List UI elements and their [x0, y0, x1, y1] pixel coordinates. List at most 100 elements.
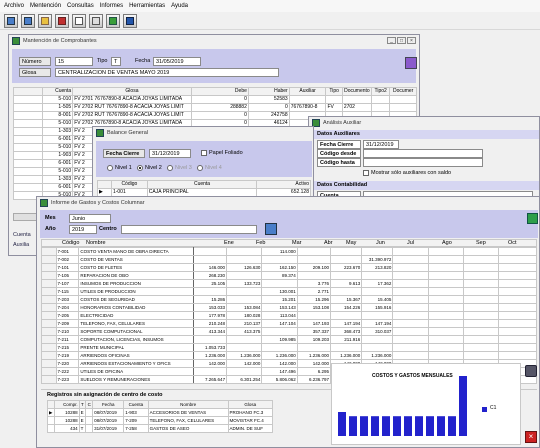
table-row[interactable]: 7-211 COMPUTACION, LICENCIAS, INSUMOS 109.… [41, 335, 537, 344]
cell-month-value: 162.150 [261, 263, 298, 272]
codigo-desde-field[interactable] [363, 149, 483, 158]
cell-month-value [192, 335, 228, 344]
centro-select[interactable] [121, 225, 257, 234]
tipo-label: Tipo [97, 58, 108, 64]
table-row[interactable]: 7-105 REPARACION DE OBO 268.230 89.374 [41, 271, 537, 280]
cell-month-value: 210.248 [192, 319, 228, 328]
menu-archivo[interactable]: Archivo [4, 3, 24, 9]
close-button[interactable]: × [407, 37, 416, 44]
toolbar-button-form[interactable] [4, 13, 18, 28]
table-row[interactable]: 7-001 COSTO VENTA MANO DE OBRA DIRECTA 114… [41, 247, 537, 256]
table-row[interactable]: 1-505 FV 2702 RUT 76767890-8 ACACIA JOYAS… [13, 103, 417, 112]
col-glosa[interactable]: Glosa [227, 400, 274, 409]
cell-month-value [498, 311, 537, 320]
cell-codigo: 7-209 [55, 319, 80, 328]
cell-codigo: 7-219 [55, 351, 80, 360]
col-tipo2[interactable]: Tipo2 [370, 87, 391, 96]
glosa-field[interactable]: CENTRALIZACION DE VENTAS MAYO 2019 [55, 68, 279, 77]
nivel-1-radio[interactable]: Nivel 1 [107, 164, 132, 173]
tipo-field[interactable]: T [111, 57, 121, 66]
options-button[interactable] [405, 57, 417, 69]
cell-month-value [392, 295, 429, 304]
cell-month-value [498, 327, 537, 336]
col-documento[interactable]: Documento [341, 87, 373, 96]
table-row[interactable]: 7-205 ELECTRICIDAD 177.978 180.028 113.044 [41, 311, 537, 320]
close-report-button[interactable]: × [525, 431, 537, 443]
window-icon [40, 199, 48, 207]
maximize-button[interactable]: □ [397, 37, 406, 44]
cell-month-value [427, 311, 465, 320]
col-tipo[interactable]: Tipo [325, 87, 343, 96]
col-fecha[interactable]: Fecha [92, 400, 125, 409]
minimize-button[interactable]: _ [387, 37, 396, 44]
menu-consultas[interactable]: Consultas [67, 3, 94, 9]
papel-foliado-checkbox[interactable]: Papel Foliado [201, 149, 243, 158]
col-c[interactable]: C [85, 400, 94, 409]
table-row[interactable]: 7-215 PRENTE MUNICIPAL 1.053.733 [41, 343, 537, 352]
table-row[interactable]: 7-203 COSTOS DE SEGURIDAD 15.286 15.201 15.2… [41, 295, 537, 304]
cell-month-value [463, 271, 500, 280]
toolbar-button-folder[interactable] [38, 13, 52, 28]
chart-toggle-button[interactable] [525, 365, 537, 377]
nivel-3-radio[interactable]: Nivel 3 [167, 164, 192, 173]
col-codigo[interactable]: Código [110, 180, 148, 189]
col-documento2[interactable]: Documer [389, 87, 417, 96]
excel-export-button[interactable] [527, 213, 538, 224]
fecha-cierre-field[interactable]: 31/12/2019 [363, 140, 399, 149]
table-row[interactable]: 434 T 31/07/2019 7-258 GASTOS DE ASEO ADMIN. … [46, 424, 274, 433]
table-row[interactable]: 7-107 INSUMOS DE PRODUCCION 25.105 133.723 3… [41, 279, 537, 288]
col-activo[interactable]: Activo [256, 180, 311, 189]
toolbar-button-form2[interactable] [21, 13, 35, 28]
fecha-field[interactable]: 31/05/2019 [153, 57, 201, 66]
table-row[interactable]: 10288 E 08/07/2019 7-209 TELEFONO, FAX, CELU… [46, 416, 274, 425]
codigo-hasta-field[interactable] [363, 158, 483, 167]
col-cuenta[interactable]: Cuenta [41, 87, 74, 96]
toolbar-button-report[interactable] [55, 13, 69, 28]
col-nombre[interactable]: Nombre [147, 400, 229, 409]
table-row[interactable]: 7-210 SOPORTE COMPUTACIONAL 413.344 413.375… [41, 327, 537, 336]
table-row[interactable]: 7-204 HONORARIOS CONTABILIDAD 153.033 153.0… [41, 303, 537, 312]
balance-grid: Código Cuenta Activo ▶ 1-001 CAJA PRINCIPA… [97, 180, 311, 197]
cell-month-value [330, 343, 363, 352]
col-auxiliar[interactable]: Auxiliar [288, 87, 327, 96]
cell-month-value [463, 335, 500, 344]
table-row[interactable]: 7-219 ARRIENDOS OFICINAS 1.236.000 1.236.00… [41, 351, 537, 360]
toolbar-button-chart[interactable] [106, 13, 120, 28]
cell-month-value [463, 263, 500, 272]
cell-month-value: 1.236.000 [296, 351, 332, 360]
table-row[interactable]: 7-101 COSTO DE FLETES 146.000 126.630 162.15… [41, 263, 537, 272]
col-t[interactable]: T [78, 400, 87, 409]
cell-nombre: REPARACION DE OBO [78, 271, 194, 280]
toolbar-button-exit[interactable] [123, 13, 137, 28]
ano-field[interactable]: 2019 [69, 225, 97, 234]
table-row[interactable]: 7-209 TELEFONO, FAX, CELULARES 210.248 210.… [41, 319, 537, 328]
mostrar-saldo-checkbox[interactable]: Mostrar sólo auxiliares con saldo [363, 169, 451, 178]
cell-month-value [392, 247, 429, 256]
toolbar-button-page[interactable] [89, 13, 103, 28]
table-row[interactable]: 5-010 FV 2701 76767890-8 ACACIA JOYAS LIM… [13, 95, 417, 104]
col-glosa[interactable]: Glosa [72, 87, 192, 96]
chart-bar [382, 416, 390, 436]
mes-select[interactable]: Junio [69, 214, 111, 223]
menu-informes[interactable]: Informes [100, 3, 123, 9]
menu-ayuda[interactable]: Ayuda [171, 3, 188, 9]
fecha-cierre-field[interactable]: 31/12/2019 [149, 149, 191, 158]
col-compr[interactable]: Compr. [54, 400, 80, 409]
checkbox-icon [363, 169, 369, 176]
toolbar-button-document[interactable] [72, 13, 86, 28]
table-row[interactable]: 7-115 UTILES DE PRODUCCION 130.001 2.771 [41, 287, 537, 296]
col-haber[interactable]: Haber [247, 87, 290, 96]
menu-herramientas[interactable]: Herramientas [129, 3, 165, 9]
table-row[interactable]: ▶ 10288 E 08/07/2019 1-903 ACCESORIOS DE VENT… [46, 408, 274, 417]
table-row[interactable]: 7-002 COSTO DE VENTAS 31.390.972 [41, 255, 537, 264]
col-cuenta[interactable]: Cuenta [146, 180, 258, 189]
cell-month-value: 147.193 [296, 319, 332, 328]
menu-mantencion[interactable]: Mentención [30, 3, 61, 9]
nivel-2-radio[interactable]: Nivel 2 [137, 164, 162, 173]
cell-month-value [296, 271, 332, 280]
numero-field[interactable]: 15 [55, 57, 93, 66]
col-cuenta[interactable]: Cuenta [123, 400, 149, 409]
nivel-4-radio[interactable]: Nivel 4 [197, 164, 222, 173]
col-debe[interactable]: Debe [190, 87, 249, 96]
refresh-button[interactable] [265, 223, 277, 235]
